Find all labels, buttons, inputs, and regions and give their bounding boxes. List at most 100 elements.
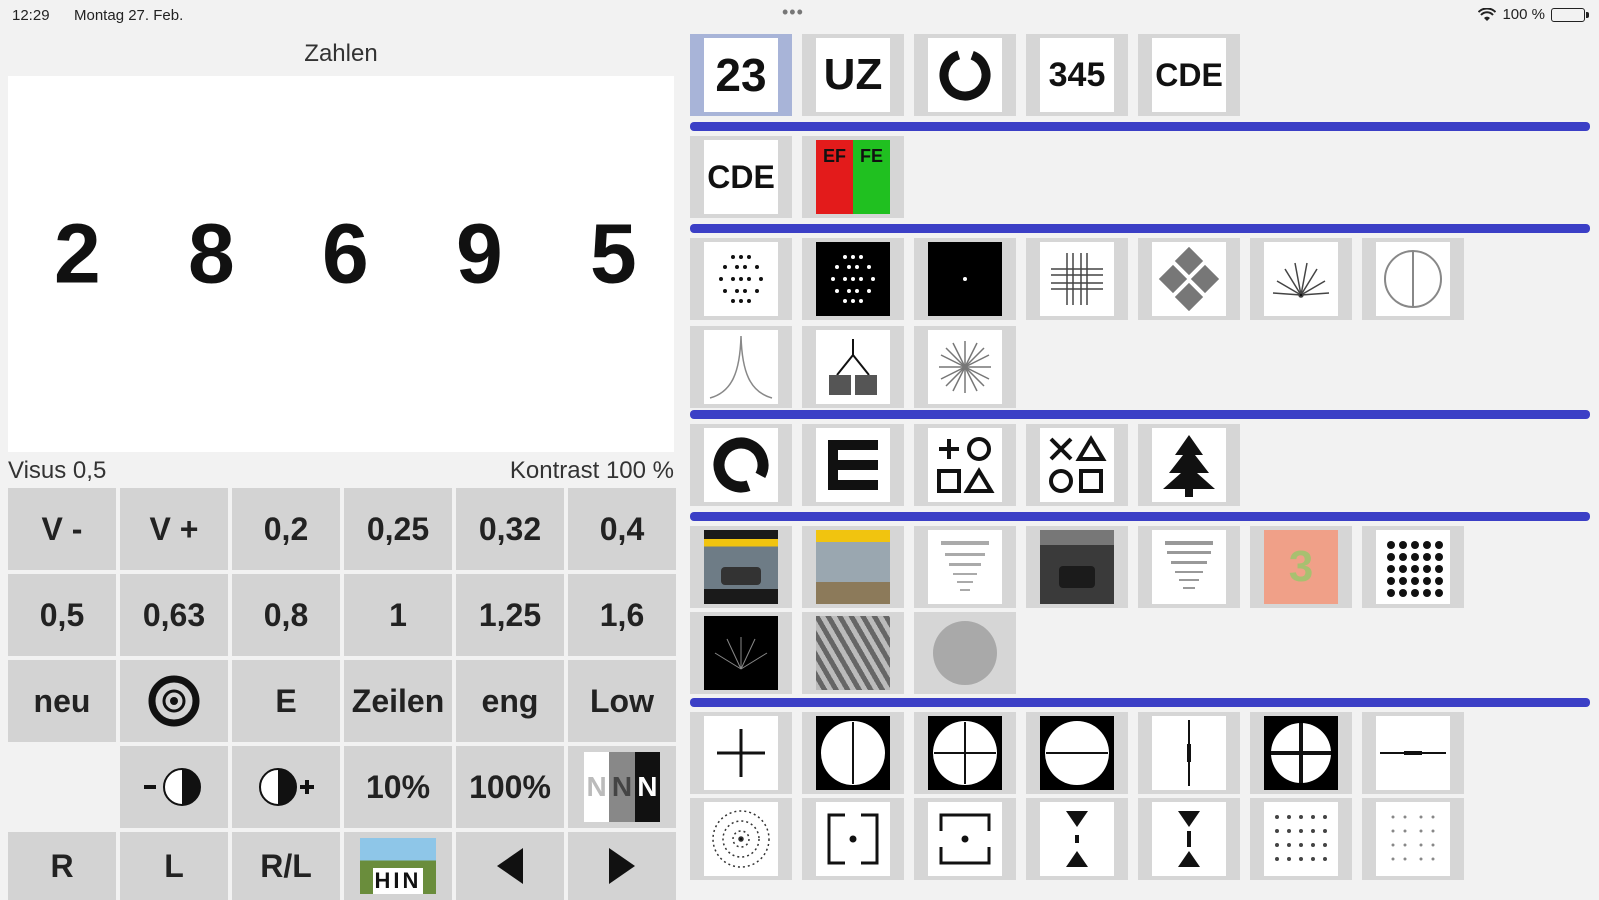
graded-numbers-icon: 345 xyxy=(1048,55,1106,94)
street-scene-icon xyxy=(721,567,761,585)
section-divider xyxy=(690,410,1590,419)
low-vision-button[interactable]: Low xyxy=(568,660,676,742)
test-landolt-child[interactable] xyxy=(690,424,792,506)
visus-1-button[interactable]: 1 xyxy=(344,574,452,656)
contrast-n-icon: N N N xyxy=(584,752,660,822)
right-eye-button[interactable]: R xyxy=(8,832,116,900)
visus-0-63-button[interactable]: 0,63 xyxy=(120,574,228,656)
test-landolt-ring[interactable] xyxy=(914,34,1016,116)
fixation-target-button[interactable] xyxy=(120,660,228,742)
e-hook-button[interactable]: E xyxy=(232,660,340,742)
letters-icon: UZ xyxy=(823,50,883,99)
optotype-1: 2 xyxy=(54,206,101,301)
test-sunburst[interactable] xyxy=(1250,238,1352,320)
test-circle-cross[interactable] xyxy=(914,712,1016,794)
test-split-bars[interactable] xyxy=(802,326,904,408)
contrast-100-button[interactable]: 100% xyxy=(456,746,564,828)
shape-symbols-icon xyxy=(1049,435,1107,493)
test-gray-circle[interactable] xyxy=(914,612,1016,694)
test-dot-grid[interactable] xyxy=(1362,526,1464,608)
test-hourglass-2[interactable] xyxy=(1138,798,1240,880)
visus-0-25-button[interactable]: 0,25 xyxy=(344,488,452,570)
test-near-chart[interactable] xyxy=(1138,526,1240,608)
car-rear-icon xyxy=(1059,566,1095,588)
radial-burst-icon xyxy=(712,810,770,868)
test-letter-chart[interactable] xyxy=(914,526,1016,608)
test-red-green[interactable]: EF FE xyxy=(802,136,904,218)
visus-0-32-button[interactable]: 0,32 xyxy=(456,488,564,570)
contrast-10-button[interactable]: 10% xyxy=(344,746,452,828)
test-dynamic-city[interactable] xyxy=(802,526,904,608)
previous-button[interactable] xyxy=(456,832,564,900)
visus-1-25-button[interactable]: 1,25 xyxy=(456,574,564,656)
test-radial-dots[interactable] xyxy=(690,798,792,880)
cross-icon xyxy=(717,729,765,777)
visus-0-2-button[interactable]: 0,2 xyxy=(232,488,340,570)
test-tumbling-e[interactable] xyxy=(802,424,904,506)
test-star-burst[interactable] xyxy=(914,326,1016,408)
visus-0-5-button[interactable]: 0,5 xyxy=(8,574,116,656)
test-shapes[interactable] xyxy=(1026,424,1128,506)
test-numbers-graded[interactable]: 345 xyxy=(1026,34,1128,116)
test-single-dot[interactable] xyxy=(914,238,1016,320)
test-vertical-line[interactable] xyxy=(1138,712,1240,794)
test-stripes[interactable] xyxy=(802,612,904,694)
contrast-n-button[interactable]: N N N xyxy=(568,746,676,828)
test-curve[interactable] xyxy=(690,326,792,408)
test-tree[interactable] xyxy=(1138,424,1240,506)
lines-button[interactable]: Zeilen xyxy=(344,660,452,742)
test-amsler-grid[interactable] xyxy=(1026,238,1128,320)
test-dot-pattern[interactable] xyxy=(690,238,792,320)
optotype-3: 6 xyxy=(322,206,369,301)
multitasking-dots[interactable]: ••• xyxy=(782,2,804,23)
test-horizontal-line[interactable] xyxy=(1362,712,1464,794)
test-letters-cde[interactable]: CDE xyxy=(1138,34,1240,116)
test-selector: 23 UZ 345 CDE CDE EF FE 3 xyxy=(690,32,1599,900)
test-car-night[interactable] xyxy=(1026,526,1128,608)
test-lea-symbols[interactable] xyxy=(914,424,1016,506)
left-eye-button[interactable]: L xyxy=(120,832,228,900)
circle-vertical-icon xyxy=(821,721,885,785)
test-circle-cross-bold[interactable] xyxy=(1250,712,1352,794)
hin-image-button[interactable]: HIN xyxy=(344,832,452,900)
visus-plus-button[interactable]: V + xyxy=(120,488,228,570)
optotype-2: 8 xyxy=(188,206,235,301)
test-circle-vertical[interactable] xyxy=(802,712,904,794)
test-dot-pattern-dark[interactable] xyxy=(802,238,904,320)
test-diamond[interactable] xyxy=(1138,238,1240,320)
test-numbers[interactable]: 23 xyxy=(690,34,792,116)
test-circle-horizontal[interactable] xyxy=(1026,712,1128,794)
test-contrast-letters[interactable]: CDE xyxy=(690,136,792,218)
optotype-display[interactable]: 2 8 6 9 5 xyxy=(8,76,674,452)
test-frame-dot[interactable] xyxy=(802,798,904,880)
visus-0-8-button[interactable]: 0,8 xyxy=(232,574,340,656)
visus-0-4-button[interactable]: 0,4 xyxy=(568,488,676,570)
test-dot-matrix-sparse[interactable] xyxy=(1362,798,1464,880)
hin-landscape-icon: HIN xyxy=(360,838,436,894)
next-button[interactable] xyxy=(568,832,676,900)
dark-burst-icon xyxy=(714,637,768,670)
contrast-minus-button[interactable] xyxy=(120,746,228,828)
target-circle-icon xyxy=(148,675,200,727)
test-ishihara[interactable]: 3 xyxy=(1250,526,1352,608)
battery-percent: 100 % xyxy=(1502,6,1545,23)
test-dark-burst[interactable] xyxy=(690,612,792,694)
test-dynamic-street[interactable] xyxy=(690,526,792,608)
test-hourglass[interactable] xyxy=(1026,798,1128,880)
new-button[interactable]: neu xyxy=(8,660,116,742)
test-cross[interactable] xyxy=(690,712,792,794)
visus-minus-button[interactable]: V - xyxy=(8,488,116,570)
triangle-left-icon xyxy=(497,848,523,884)
near-chart-icon xyxy=(1165,541,1213,589)
both-eyes-button[interactable]: R/L xyxy=(232,832,340,900)
section-divider xyxy=(690,512,1590,521)
dot-grid-icon xyxy=(1385,539,1443,597)
test-frame-dot-2[interactable] xyxy=(914,798,1016,880)
test-letters-uz[interactable]: UZ xyxy=(802,34,904,116)
visus-1-6-button[interactable]: 1,6 xyxy=(568,574,676,656)
test-circle-line[interactable] xyxy=(1362,238,1464,320)
status-bar: 12:29 Montag 27. Feb. ••• 100 % xyxy=(0,0,1599,32)
crowded-button[interactable]: eng xyxy=(456,660,564,742)
contrast-plus-button[interactable] xyxy=(232,746,340,828)
test-dot-matrix[interactable] xyxy=(1250,798,1352,880)
